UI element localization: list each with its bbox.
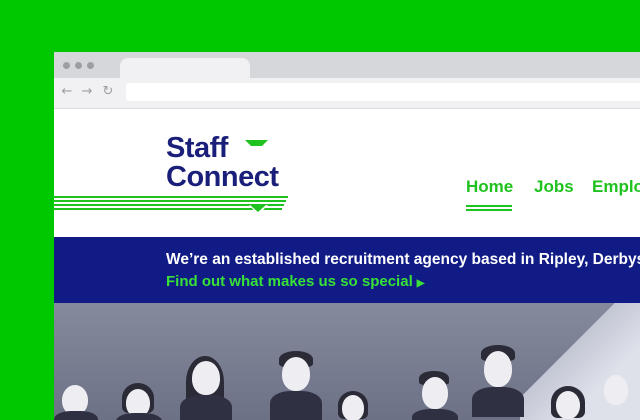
browser-tab[interactable] xyxy=(120,58,250,78)
address-field[interactable] xyxy=(126,83,640,101)
window-minimize-dot[interactable] xyxy=(75,62,82,69)
forward-arrow-icon[interactable]: → xyxy=(79,83,95,101)
nav-home-active-underline-2 xyxy=(466,209,512,211)
back-arrow-icon[interactable]: ← xyxy=(59,83,75,101)
intro-banner: We’re an established recruitment agency … xyxy=(54,237,640,303)
staff-connect-logo[interactable]: Staff Connect xyxy=(54,109,304,237)
banner-title: We’re an established recruitment agency … xyxy=(166,251,640,268)
reload-icon[interactable]: ↻ xyxy=(100,83,116,101)
banner-link-text[interactable]: Find out what makes us so special xyxy=(166,273,413,290)
nav-jobs[interactable]: Jobs xyxy=(534,177,574,197)
browser-tab-bar xyxy=(54,52,640,78)
window-close-dot[interactable] xyxy=(63,62,70,69)
banner-link[interactable]: Find out what makes us so special ▶ xyxy=(166,273,424,290)
window-maximize-dot[interactable] xyxy=(87,62,94,69)
browser-toolbar: ← → ↻ xyxy=(54,78,640,109)
browser-window: ← → ↻ Staff Connect Home Jobs Emplo We’r… xyxy=(54,52,640,420)
nav-employers[interactable]: Emplo xyxy=(592,177,640,197)
hero-image xyxy=(54,303,640,420)
nav-home[interactable]: Home xyxy=(466,177,513,197)
logo-graphic xyxy=(54,140,288,215)
chevron-right-icon: ▶ xyxy=(416,278,425,289)
nav-home-active-underline xyxy=(466,205,512,207)
site-header: Staff Connect xyxy=(54,109,640,237)
